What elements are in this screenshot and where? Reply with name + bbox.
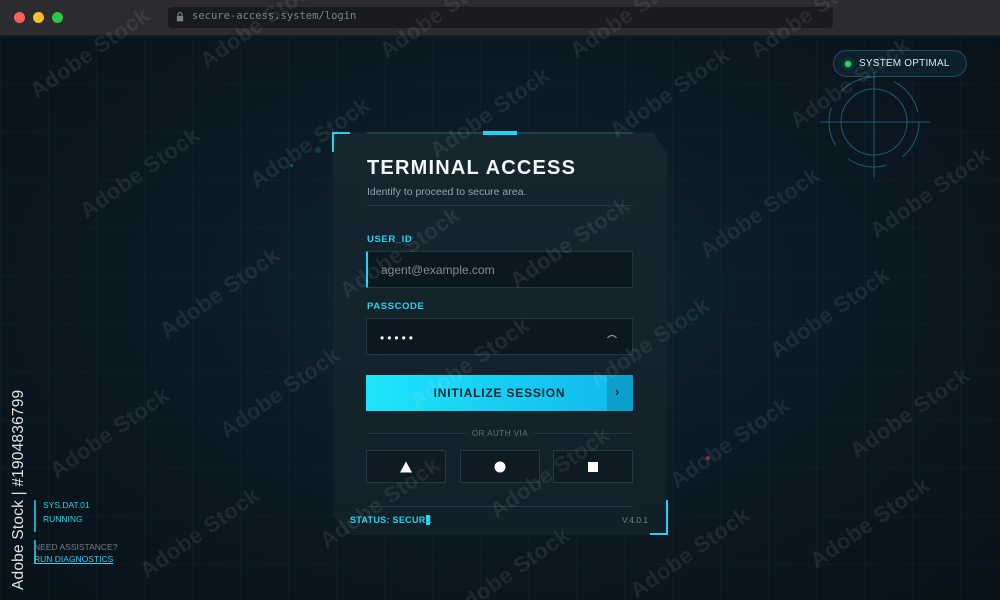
page-subtitle: Identify to proceed to secure area. <box>367 186 527 198</box>
initialize-session-button[interactable]: INITIALIZE SESSION › <box>366 375 633 411</box>
minimize-window-button[interactable] <box>33 12 44 23</box>
system-status-label: SYSTEM OPTIMAL <box>859 58 950 69</box>
title-divider <box>367 205 633 206</box>
square-icon <box>588 461 598 472</box>
particle-dot <box>706 456 710 460</box>
eye-icon[interactable] <box>606 332 618 342</box>
window-controls <box>14 12 63 23</box>
particle-dot <box>290 164 293 167</box>
passcode-label: PASSCODE <box>367 301 425 312</box>
lock-icon <box>176 12 184 22</box>
user-id-input[interactable]: agent@example.com <box>366 251 633 288</box>
auth-option-square-button[interactable] <box>553 450 633 483</box>
address-url: secure-access.system/login <box>192 10 357 22</box>
address-bar[interactable]: secure-access.system/login <box>168 7 833 28</box>
help-prompt: NEED ASSISTANCE? <box>34 542 118 552</box>
button-arrow-box: › <box>607 375 633 411</box>
status-text: STATUS: SECURE <box>350 515 432 525</box>
browser-toolbar: secure-access.system/login <box>0 0 1000 36</box>
triangle-icon <box>400 461 412 472</box>
status-dot-icon <box>845 61 851 67</box>
particle-dot <box>315 147 321 153</box>
version-label: V.4.0.1 <box>622 515 649 525</box>
initialize-session-label: INITIALIZE SESSION <box>433 386 566 400</box>
close-window-button[interactable] <box>14 12 25 23</box>
footer-divider <box>367 506 633 507</box>
cursor-caret <box>426 515 430 525</box>
auth-divider-text: OR AUTH VIA <box>465 429 535 438</box>
crosshair-reticle-icon <box>820 72 930 178</box>
passcode-mask: ••••• <box>380 331 417 345</box>
auth-option-circle-button[interactable] <box>460 450 540 483</box>
user-id-label: USER_ID <box>367 234 413 245</box>
system-code: SYS.DAT.01 <box>43 500 90 510</box>
maximize-window-button[interactable] <box>52 12 63 23</box>
watermark-id-text: Adobe Stock | #1904836799 <box>10 389 27 590</box>
auth-divider-label: OR AUTH VIA <box>367 429 633 438</box>
system-state: RUNNING <box>43 514 83 524</box>
page-title: TERMINAL ACCESS <box>367 157 577 179</box>
vertical-watermark: Adobe Stock | #1904836799 <box>10 350 36 590</box>
circle-icon <box>494 461 506 472</box>
passcode-input[interactable]: ••••• <box>366 318 633 355</box>
user-id-placeholder: agent@example.com <box>381 263 495 277</box>
chevron-right-icon: › <box>615 384 620 399</box>
run-diagnostics-link[interactable]: RUN DIAGNOSTICS <box>34 554 113 564</box>
auth-option-triangle-button[interactable] <box>366 450 446 483</box>
